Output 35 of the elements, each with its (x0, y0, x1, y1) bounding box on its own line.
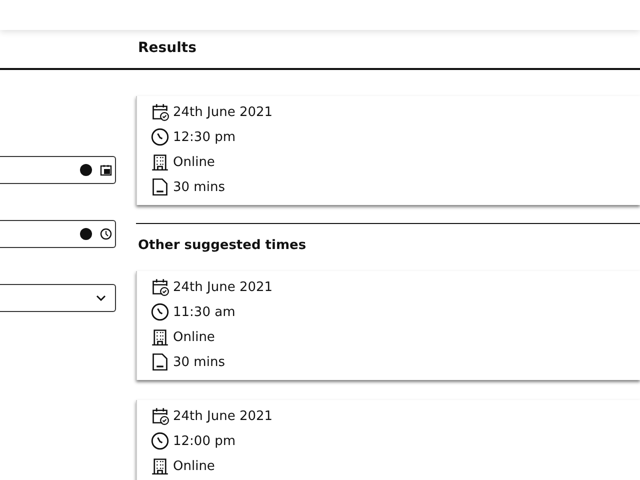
clock-icon[interactable] (100, 228, 112, 240)
date-text: 24th June 2021 (173, 104, 273, 120)
building-icon (151, 457, 169, 475)
time-text: 12:30 pm (173, 130, 236, 144)
date-text: 24th June 2021 (173, 408, 273, 424)
chevron-down-icon[interactable] (96, 295, 106, 301)
clock-icon (151, 303, 169, 321)
duration-text: 30 mins (173, 180, 225, 194)
time-text: 11:30 am (173, 304, 236, 320)
location-text: Online (173, 458, 215, 474)
document-icon (151, 353, 169, 371)
input-field[interactable] (0, 220, 116, 248)
building-icon (151, 328, 169, 346)
building-icon (151, 153, 169, 171)
duration-text: 30 mins (173, 354, 225, 370)
calendar-check-icon (151, 278, 169, 296)
calendar-check-icon (151, 103, 169, 121)
section-heading: Other suggested times (137, 237, 308, 253)
result-card[interactable]: 24th June 2021 12:00 pm Online (136, 400, 640, 480)
location-text: Online (173, 154, 215, 170)
input-field[interactable] (0, 156, 116, 184)
input-field[interactable] (0, 284, 116, 312)
calendar-icon[interactable] (100, 164, 112, 176)
results-heading: Results (137, 40, 198, 58)
clear-icon[interactable] (80, 228, 92, 240)
clear-icon[interactable] (80, 164, 92, 176)
result-card[interactable]: 24th June 2021 12:30 pm Online 30 mins (136, 96, 640, 205)
clock-icon (151, 128, 169, 146)
date-text: 24th June 2021 (173, 280, 273, 294)
result-card[interactable]: 24th June 2021 11:30 am Online 30 mins (136, 271, 640, 380)
location-text: Online (173, 330, 215, 344)
clock-icon (151, 432, 169, 450)
time-text: 12:00 pm (173, 434, 236, 448)
document-icon (151, 178, 169, 196)
calendar-check-icon (151, 407, 169, 425)
